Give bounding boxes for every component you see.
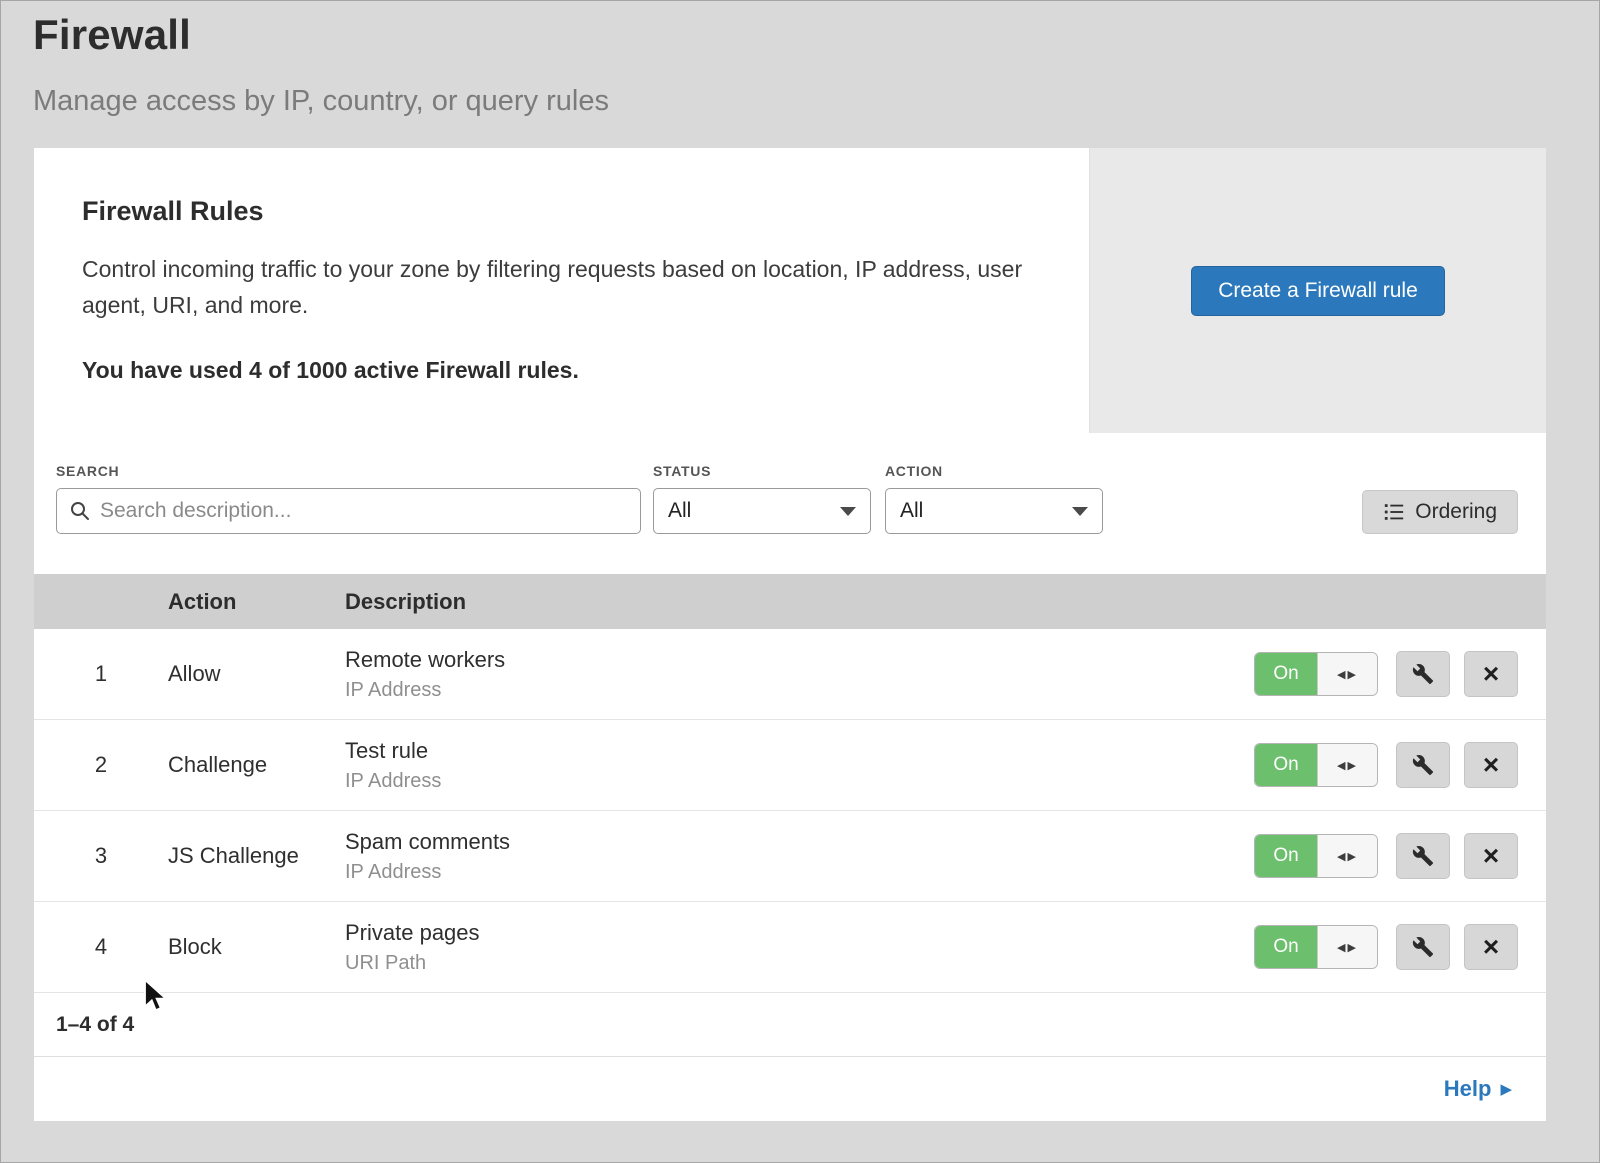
- toggle-on-label: On: [1255, 835, 1317, 877]
- arrow-right-icon: ▶: [1500, 1082, 1512, 1097]
- rules-usage-text: You have used 4 of 1000 active Firewall …: [82, 357, 1029, 384]
- action-column-header: Action: [168, 589, 345, 615]
- table-row: 1 Allow Remote workers IP Address On ◀▶ …: [34, 629, 1546, 720]
- rule-description: Remote workers: [345, 647, 1216, 673]
- chevron-down-icon: [1072, 507, 1088, 516]
- firewall-page: Firewall Manage access by IP, country, o…: [0, 0, 1600, 1163]
- toggle-on-label: On: [1255, 744, 1317, 786]
- filters-bar: SEARCH STATUS All ACTION: [34, 433, 1546, 574]
- rule-match-type: IP Address: [345, 770, 1216, 793]
- toggle-handle-icon: ◀▶: [1317, 926, 1377, 968]
- table-row: 4 Block Private pages URI Path On ◀▶ ×: [34, 902, 1546, 993]
- toggle-handle-icon: ◀▶: [1317, 835, 1377, 877]
- help-link-label: Help: [1444, 1076, 1492, 1102]
- edit-rule-button[interactable]: [1396, 924, 1450, 970]
- rule-description: Private pages: [345, 920, 1216, 946]
- close-icon: ×: [1483, 751, 1499, 779]
- toggle-handle-icon: ◀▶: [1317, 744, 1377, 786]
- rule-description: Spam comments: [345, 829, 1216, 855]
- firewall-rules-card-body: Firewall Rules Control incoming traffic …: [34, 148, 1090, 433]
- help-link[interactable]: Help ▶: [1444, 1076, 1512, 1102]
- close-icon: ×: [1483, 933, 1499, 961]
- ordered-list-icon: [1383, 501, 1405, 523]
- action-label: ACTION: [885, 463, 1103, 479]
- wrench-icon: [1412, 936, 1434, 958]
- rule-action: Allow: [168, 661, 345, 687]
- status-filter-group: STATUS All: [653, 463, 871, 534]
- rule-enabled-toggle[interactable]: On ◀▶: [1254, 834, 1378, 878]
- rule-description: Test rule: [345, 738, 1216, 764]
- rule-action: JS Challenge: [168, 843, 345, 869]
- toggle-on-label: On: [1255, 926, 1317, 968]
- wrench-icon: [1412, 754, 1434, 776]
- rule-description-cell: Private pages URI Path: [345, 920, 1216, 975]
- ordering-button-label: Ordering: [1415, 500, 1497, 524]
- rule-description-cell: Spam comments IP Address: [345, 829, 1216, 884]
- edit-rule-button[interactable]: [1396, 651, 1450, 697]
- status-label: STATUS: [653, 463, 871, 479]
- rule-controls: On ◀▶ ×: [1216, 833, 1546, 879]
- toggle-handle-icon: ◀▶: [1317, 653, 1377, 695]
- rule-priority: 1: [34, 661, 168, 687]
- table-row: 2 Challenge Test rule IP Address On ◀▶ ×: [34, 720, 1546, 811]
- rule-action: Block: [168, 934, 345, 960]
- card-action-panel: Create a Firewall rule: [1090, 148, 1546, 433]
- delete-rule-button[interactable]: ×: [1464, 924, 1518, 970]
- status-select-value: All: [668, 499, 691, 523]
- rule-match-type: IP Address: [345, 861, 1216, 884]
- sheet-footer: Help ▶: [34, 1057, 1546, 1121]
- firewall-rules-card: Firewall Rules Control incoming traffic …: [34, 148, 1546, 433]
- rules-sheet: SEARCH STATUS All ACTION: [34, 433, 1546, 1121]
- delete-rule-button[interactable]: ×: [1464, 651, 1518, 697]
- page-header: Firewall Manage access by IP, country, o…: [1, 1, 1599, 118]
- chevron-down-icon: [840, 507, 856, 516]
- pagination: 1–4 of 4: [34, 993, 1546, 1057]
- close-icon: ×: [1483, 660, 1499, 688]
- card-title: Firewall Rules: [82, 196, 1029, 227]
- search-box[interactable]: [56, 488, 641, 534]
- rule-description-cell: Remote workers IP Address: [345, 647, 1216, 702]
- rule-enabled-toggle[interactable]: On ◀▶: [1254, 925, 1378, 969]
- table-row: 3 JS Challenge Spam comments IP Address …: [34, 811, 1546, 902]
- pagination-text: 1–4 of 4: [56, 1013, 134, 1037]
- rule-enabled-toggle[interactable]: On ◀▶: [1254, 743, 1378, 787]
- delete-rule-button[interactable]: ×: [1464, 742, 1518, 788]
- page-title: Firewall: [33, 11, 1599, 59]
- search-icon: [69, 500, 91, 522]
- action-select[interactable]: All: [885, 488, 1103, 534]
- toggle-on-label: On: [1255, 653, 1317, 695]
- wrench-icon: [1412, 663, 1434, 685]
- page-subtitle: Manage access by IP, country, or query r…: [33, 85, 1599, 118]
- rule-controls: On ◀▶ ×: [1216, 651, 1546, 697]
- rule-action: Challenge: [168, 752, 345, 778]
- search-filter-group: SEARCH: [56, 463, 641, 534]
- delete-rule-button[interactable]: ×: [1464, 833, 1518, 879]
- action-select-value: All: [900, 499, 923, 523]
- card-description: Control incoming traffic to your zone by…: [82, 251, 1029, 323]
- ordering-button[interactable]: Ordering: [1362, 490, 1518, 534]
- search-label: SEARCH: [56, 463, 641, 479]
- rule-controls: On ◀▶ ×: [1216, 924, 1546, 970]
- search-input[interactable]: [100, 499, 628, 523]
- status-select[interactable]: All: [653, 488, 871, 534]
- table-header: Action Description: [34, 574, 1546, 629]
- action-filter-group: ACTION All: [885, 463, 1103, 534]
- rule-match-type: IP Address: [345, 679, 1216, 702]
- description-column-header: Description: [345, 589, 1216, 615]
- close-icon: ×: [1483, 842, 1499, 870]
- rule-priority: 2: [34, 752, 168, 778]
- wrench-icon: [1412, 845, 1434, 867]
- rule-controls: On ◀▶ ×: [1216, 742, 1546, 788]
- rule-description-cell: Test rule IP Address: [345, 738, 1216, 793]
- create-firewall-rule-button[interactable]: Create a Firewall rule: [1191, 266, 1445, 316]
- rule-priority: 4: [34, 934, 168, 960]
- rule-priority: 3: [34, 843, 168, 869]
- edit-rule-button[interactable]: [1396, 742, 1450, 788]
- rule-match-type: URI Path: [345, 952, 1216, 975]
- rule-enabled-toggle[interactable]: On ◀▶: [1254, 652, 1378, 696]
- edit-rule-button[interactable]: [1396, 833, 1450, 879]
